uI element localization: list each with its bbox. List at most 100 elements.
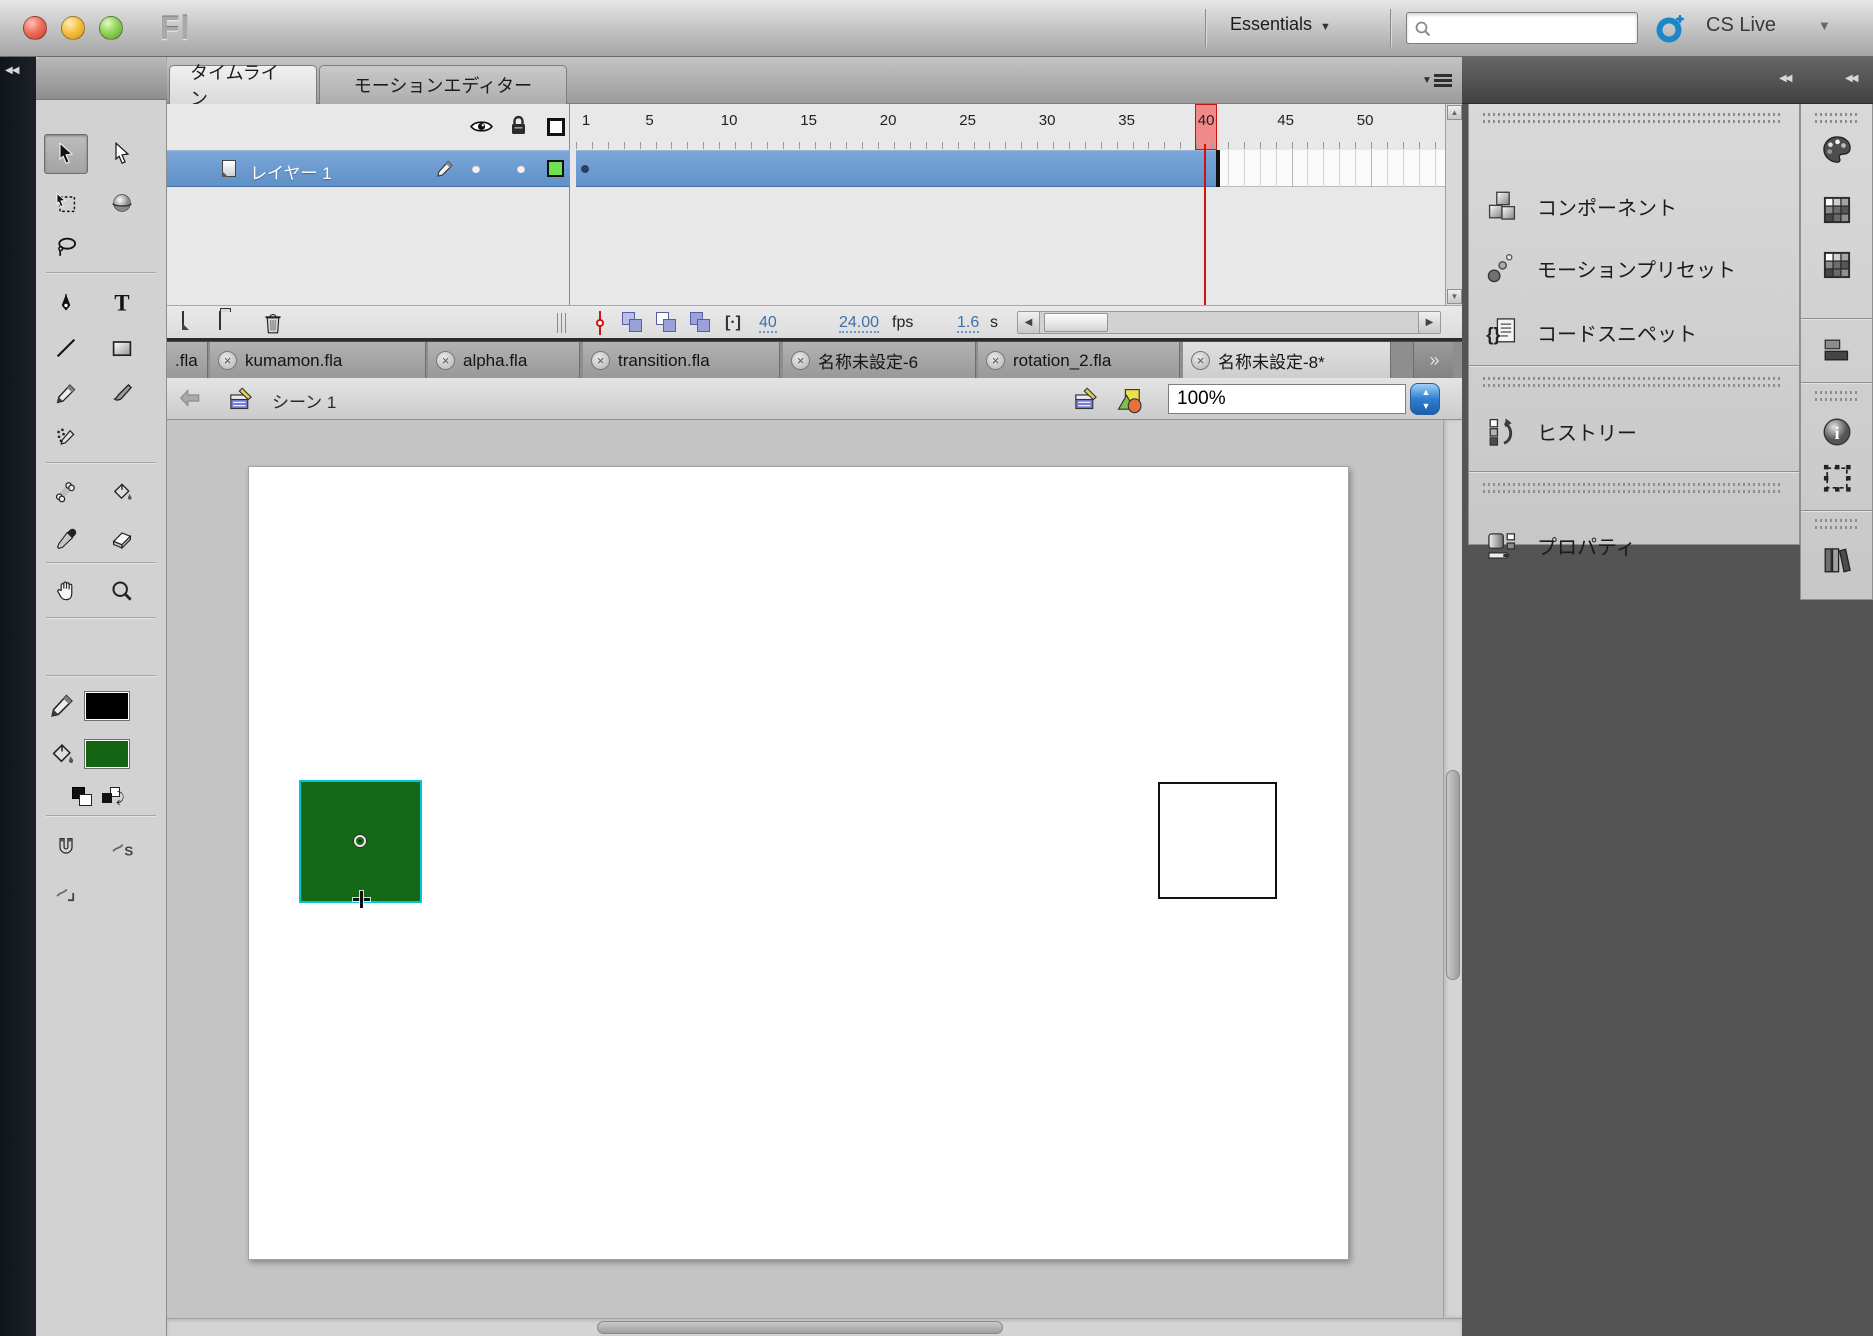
document-tab[interactable]: ×transition.fla bbox=[583, 342, 780, 379]
layer-name[interactable]: レイヤー 1 bbox=[250, 159, 332, 184]
lock-layers-icon[interactable] bbox=[510, 115, 527, 136]
panel-drag-grip[interactable] bbox=[1483, 112, 1783, 124]
rectangle-tool-button[interactable] bbox=[100, 328, 144, 368]
close-tab-icon[interactable]: × bbox=[218, 351, 237, 370]
elapsed-time-value[interactable]: 1.6 bbox=[957, 314, 979, 333]
cs-live-menu[interactable]: CS Live bbox=[1706, 14, 1776, 37]
pencil-tool-button[interactable] bbox=[44, 374, 88, 414]
chevron-down-icon[interactable]: ▼ bbox=[1818, 18, 1831, 33]
panel-button-properties[interactable]: プロパティ bbox=[1469, 498, 1799, 592]
deco-tool-button[interactable] bbox=[44, 418, 88, 458]
pane-resize-handle[interactable] bbox=[557, 313, 569, 333]
panel-drag-grip[interactable] bbox=[1815, 390, 1859, 402]
close-tab-icon[interactable]: × bbox=[436, 351, 455, 370]
layer-lock-dot[interactable] bbox=[517, 165, 525, 173]
collapse-panels-icon[interactable]: ◀◀ bbox=[1845, 73, 1856, 84]
close-window-button[interactable] bbox=[23, 16, 47, 40]
3d-rotation-tool-button[interactable] bbox=[100, 183, 144, 223]
layer-outline-color-swatch[interactable] bbox=[547, 160, 564, 177]
stepper-down-icon[interactable]: ▼ bbox=[1411, 401, 1441, 411]
panel-drag-grip[interactable] bbox=[1483, 482, 1783, 494]
zoom-stepper[interactable]: ▲▼ bbox=[1410, 383, 1440, 415]
straighten-option-button[interactable] bbox=[44, 873, 88, 913]
timeline-tab-timeline[interactable]: タイムライン bbox=[169, 65, 317, 104]
eraser-tool-button[interactable] bbox=[100, 519, 144, 559]
zoom-window-button[interactable] bbox=[99, 16, 123, 40]
collapsed-panel-align-button[interactable] bbox=[1820, 333, 1854, 367]
modify-markers-button[interactable]: [·] bbox=[725, 314, 741, 332]
default-colors-icon[interactable] bbox=[72, 787, 94, 807]
edit-scene-button[interactable] bbox=[1072, 386, 1100, 413]
tab-overflow-button[interactable]: » bbox=[1413, 342, 1453, 379]
search-input[interactable] bbox=[1437, 15, 1632, 41]
canvas-area[interactable] bbox=[167, 420, 1462, 1336]
panel-drag-grip[interactable] bbox=[1815, 518, 1859, 530]
current-frame-value[interactable]: 40 bbox=[759, 314, 777, 333]
paint-bucket-tool-button[interactable] bbox=[100, 472, 144, 512]
stepper-up-icon[interactable]: ▲ bbox=[1411, 387, 1441, 397]
back-arrow-icon[interactable] bbox=[178, 388, 202, 408]
close-tab-icon[interactable]: × bbox=[791, 351, 810, 370]
stroke-color-swatch[interactable] bbox=[84, 691, 130, 721]
scene-name[interactable]: シーン 1 bbox=[272, 388, 336, 413]
show-hide-layers-icon[interactable] bbox=[470, 118, 493, 135]
document-tab[interactable]: ×名称未設定-8* bbox=[1183, 342, 1391, 379]
edit-symbols-button[interactable] bbox=[1115, 386, 1145, 414]
collapse-panels-icon[interactable]: ◀◀ bbox=[5, 65, 18, 76]
panel-button-history[interactable]: ヒストリー bbox=[1469, 392, 1799, 471]
panel-menu-icon[interactable]: ▼ bbox=[1422, 71, 1456, 91]
new-layer-button[interactable] bbox=[182, 312, 204, 334]
brush-tool-button[interactable] bbox=[100, 374, 144, 414]
canvas-vertical-scrollbar[interactable] bbox=[1443, 420, 1462, 1317]
timeline-horizontal-scrollbar[interactable]: ◀ ▶ bbox=[1017, 311, 1441, 334]
edit-multiple-frames-button[interactable] bbox=[690, 312, 714, 333]
scrollbar-thumb[interactable] bbox=[597, 1321, 1003, 1334]
panel-button-motion-presets[interactable]: モーションプリセット bbox=[1469, 237, 1799, 299]
collapsed-panel-transform-button[interactable] bbox=[1820, 461, 1854, 495]
collapsed-panel-info-button[interactable]: i bbox=[1820, 415, 1854, 449]
zoom-level-input[interactable] bbox=[1168, 384, 1406, 414]
panel-drag-grip[interactable] bbox=[1815, 112, 1859, 124]
zoom-tool-button[interactable] bbox=[100, 571, 144, 611]
snap-magnet-tool-button[interactable] bbox=[44, 827, 88, 867]
panel-drag-grip[interactable] bbox=[1483, 376, 1783, 388]
panel-button-code-snippets[interactable]: {}コードスニペット bbox=[1469, 299, 1799, 365]
workspace-switcher[interactable]: Essentials▼ bbox=[1230, 14, 1331, 35]
timeline-tab-motion-editor[interactable]: モーションエディター bbox=[319, 65, 567, 104]
collapsed-panel-swatches-palette-button[interactable] bbox=[1820, 133, 1854, 167]
close-tab-icon[interactable]: × bbox=[986, 351, 1005, 370]
bone-tool-button[interactable] bbox=[44, 472, 88, 512]
collapsed-panel-color-swatches-button[interactable] bbox=[1820, 193, 1854, 227]
document-tab[interactable]: .fla bbox=[167, 342, 208, 379]
line-tool-button[interactable] bbox=[44, 328, 88, 368]
canvas-horizontal-scrollbar[interactable] bbox=[167, 1318, 1462, 1336]
minimize-window-button[interactable] bbox=[61, 16, 85, 40]
selection-tool-button[interactable] bbox=[44, 134, 88, 174]
fill-color-swatch[interactable] bbox=[84, 739, 130, 769]
text-tool-button[interactable]: T bbox=[100, 283, 144, 323]
close-tab-icon[interactable]: × bbox=[591, 351, 610, 370]
stage-green-square[interactable] bbox=[301, 782, 420, 901]
lasso-tool-button[interactable] bbox=[44, 227, 88, 267]
close-tab-icon[interactable]: × bbox=[1191, 351, 1210, 370]
scroll-up-button[interactable]: ▲ bbox=[1447, 105, 1462, 120]
layer-visibility-dot[interactable] bbox=[472, 165, 480, 173]
panel-button-components[interactable]: コンポーネント bbox=[1469, 175, 1799, 237]
stage-outline-square[interactable] bbox=[1158, 782, 1277, 899]
scroll-down-button[interactable]: ▼ bbox=[1447, 289, 1462, 304]
document-tab[interactable]: ×rotation_2.fla bbox=[978, 342, 1180, 379]
document-tab[interactable]: ×kumamon.fla bbox=[210, 342, 426, 379]
timeline-vertical-scrollbar[interactable]: ▲ ▼ bbox=[1445, 104, 1462, 305]
pen-tool-button[interactable] bbox=[44, 283, 88, 323]
frame-rate-value[interactable]: 24.00 bbox=[839, 314, 879, 333]
delete-layer-trash-button[interactable] bbox=[262, 312, 284, 334]
tools-panel-header[interactable] bbox=[36, 57, 167, 100]
smooth-option-button[interactable]: S bbox=[100, 827, 144, 867]
timeline-frames-pane[interactable]: 15101520253035404550 bbox=[571, 104, 1445, 305]
eyedropper-tool-button[interactable] bbox=[44, 519, 88, 559]
center-playhead-icon[interactable] bbox=[595, 311, 605, 335]
hand-tool-button[interactable] bbox=[44, 571, 88, 611]
subselection-tool-button[interactable] bbox=[100, 134, 144, 174]
scroll-right-button[interactable]: ▶ bbox=[1418, 312, 1440, 333]
document-tab[interactable]: ×alpha.fla bbox=[428, 342, 580, 379]
